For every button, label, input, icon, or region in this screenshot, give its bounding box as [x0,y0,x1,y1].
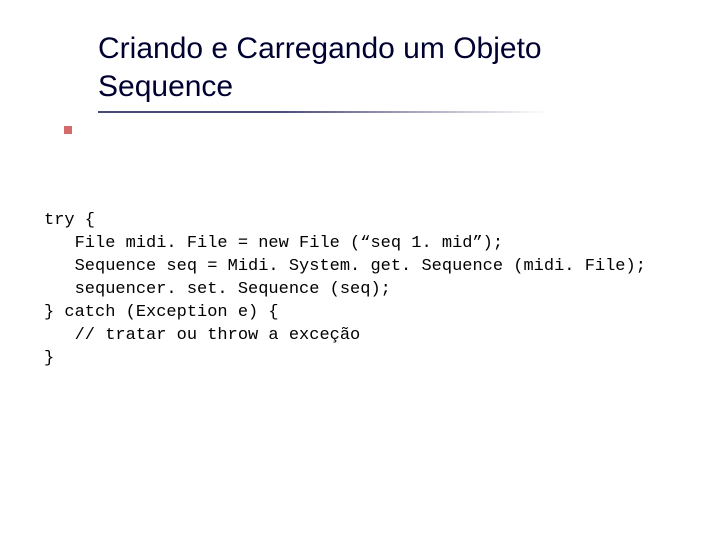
code-line: } [44,349,54,368]
code-block: try { File midi. File = new File (“seq 1… [44,210,646,371]
slide-title-block: Criando e Carregando um Objeto Sequence [98,30,658,113]
accent-square-icon [64,126,72,134]
slide-title-line2: Sequence [98,70,233,103]
code-line: try { [44,211,95,230]
code-line: } catch (Exception e) { [44,303,279,322]
code-line: Sequence seq = Midi. System. get. Sequen… [44,257,646,276]
slide-title: Criando e Carregando um Objeto Sequence [98,30,658,105]
code-line: sequencer. set. Sequence (seq); [44,280,391,299]
slide: Criando e Carregando um Objeto Sequence … [0,0,720,540]
code-line: File midi. File = new File (“seq 1. mid”… [44,234,503,253]
slide-title-line1: Criando e Carregando um Objeto [98,32,542,65]
code-line: // tratar ou throw a exceção [44,326,360,345]
title-underline [98,111,548,113]
